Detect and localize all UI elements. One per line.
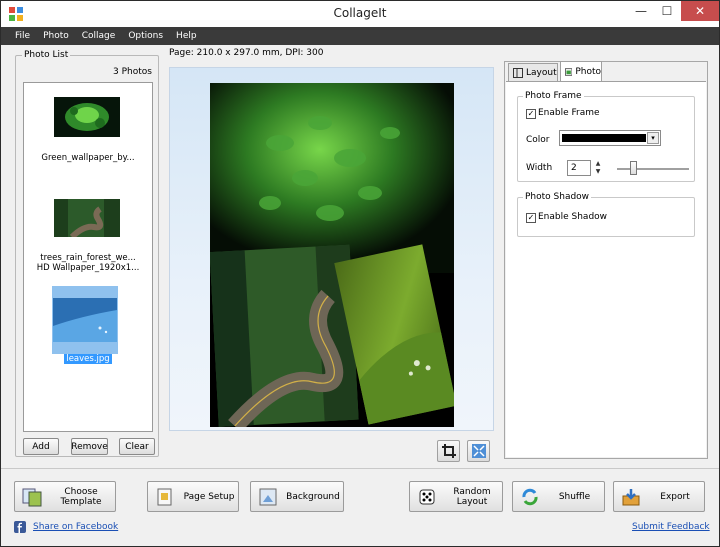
template-icon — [22, 488, 42, 506]
color-picker[interactable]: ▾ — [559, 130, 661, 146]
photo-list-group: Photo List 3 Photos Green_wallpaper_by..… — [15, 50, 159, 457]
collage-canvas[interactable] — [169, 67, 494, 431]
properties-panel: Layout Photo Photo Frame ✓ Enable Frame … — [504, 61, 708, 459]
list-item[interactable]: leaves.jpg — [24, 283, 152, 373]
photo-thumbnail — [54, 97, 120, 137]
photo-label-selected: leaves.jpg — [64, 354, 112, 364]
choose-template-button[interactable]: Choose Template — [14, 481, 116, 512]
tab-layout[interactable]: Layout — [508, 63, 558, 81]
tab-photo-label: Photo — [575, 66, 601, 77]
app-window: CollageIt — ☐ ✕ File Photo Collage Optio… — [0, 0, 720, 547]
background-button[interactable]: Background — [250, 481, 344, 512]
photo-thumbnail — [54, 199, 120, 237]
photo-thumbnail-selected — [52, 286, 118, 354]
photo-label-line2: HD Wallpaper_1920x1... — [36, 263, 140, 273]
list-item[interactable]: Green_wallpaper_by... — [24, 83, 152, 173]
menu-file[interactable]: File — [15, 31, 30, 41]
choose-template-label: Choose Template — [60, 486, 102, 507]
chevron-down-icon[interactable]: ▾ — [647, 132, 659, 144]
window-title: CollageIt — [333, 6, 387, 20]
random-layout-button[interactable]: Random Layout — [409, 481, 503, 512]
color-swatch — [562, 134, 646, 142]
export-icon — [622, 488, 640, 505]
page-info: Page: 210.0 x 297.0 mm, DPI: 300 — [169, 48, 324, 58]
crop-icon — [441, 444, 456, 458]
collage-page[interactable] — [210, 83, 454, 427]
photo-shadow-title: Photo Shadow — [523, 192, 592, 202]
enable-frame-label: Enable Frame — [538, 108, 600, 118]
width-input[interactable]: 2 — [567, 160, 591, 176]
expand-icon — [471, 444, 486, 458]
dice-icon — [419, 489, 435, 504]
photo-label: Green_wallpaper_by... — [41, 153, 135, 163]
color-label: Color — [526, 135, 550, 145]
background-icon — [259, 488, 277, 505]
enable-shadow-label: Enable Shadow — [538, 212, 608, 222]
menu-help[interactable]: Help — [176, 31, 197, 41]
close-button[interactable]: ✕ — [681, 1, 719, 21]
photo-icon — [565, 67, 573, 76]
page-setup-button[interactable]: Page Setup — [147, 481, 239, 512]
page-setup-icon — [157, 488, 172, 505]
random-layout-label: Random Layout — [453, 486, 491, 507]
photo-count: 3 Photos — [113, 67, 152, 77]
enable-frame-checkbox[interactable]: ✓ — [526, 109, 536, 119]
title-bar[interactable]: CollageIt — ☐ ✕ — [1, 1, 719, 27]
export-label: Export — [660, 491, 690, 502]
width-slider-handle[interactable] — [630, 161, 637, 175]
separator — [1, 468, 719, 469]
photo-label: trees_rain_forest_we... — [40, 253, 136, 263]
shuffle-button[interactable]: Shuffle — [512, 481, 605, 512]
photo-list[interactable]: Green_wallpaper_by... trees_rain_forest_… — [23, 82, 153, 432]
list-item[interactable]: trees_rain_forest_we... HD Wallpaper_192… — [24, 173, 152, 273]
shuffle-icon — [522, 488, 538, 505]
maximize-button[interactable]: ☐ — [654, 1, 680, 21]
add-button[interactable]: Add — [23, 438, 59, 455]
layout-icon — [513, 67, 523, 78]
remove-button[interactable]: Remove — [71, 438, 108, 455]
menu-collage[interactable]: Collage — [82, 31, 116, 41]
minimize-button[interactable]: — — [628, 1, 654, 21]
photo-shadow-group: Photo Shadow ✓ Enable Shadow — [517, 192, 695, 237]
facebook-icon[interactable] — [14, 521, 26, 533]
page-setup-label: Page Setup — [183, 491, 235, 502]
share-facebook-link[interactable]: Share on Facebook — [33, 522, 118, 532]
width-spinner[interactable]: ▲ ▼ — [593, 160, 603, 176]
photo-list-title: Photo List — [22, 50, 71, 60]
menu-options[interactable]: Options — [128, 31, 163, 41]
fit-button[interactable] — [467, 440, 490, 462]
width-slider-track[interactable] — [617, 168, 689, 170]
background-label: Background — [286, 491, 340, 502]
export-button[interactable]: Export — [613, 481, 705, 512]
width-label: Width — [526, 163, 553, 173]
enable-shadow-checkbox[interactable]: ✓ — [526, 213, 536, 223]
photo-label: leaves.jpg — [26, 354, 150, 364]
photo-frame-group: Photo Frame ✓ Enable Frame Color ▾ Width… — [517, 91, 695, 182]
clear-button[interactable]: Clear — [119, 438, 155, 455]
photo-tab-panel: Photo Frame ✓ Enable Frame Color ▾ Width… — [506, 81, 706, 457]
photo-frame-title: Photo Frame — [523, 91, 584, 101]
menu-photo[interactable]: Photo — [43, 31, 69, 41]
submit-feedback-link[interactable]: Submit Feedback — [632, 522, 710, 532]
tab-photo[interactable]: Photo — [560, 61, 602, 81]
shuffle-label: Shuffle — [558, 491, 591, 502]
tab-layout-label: Layout — [526, 67, 557, 78]
crop-button[interactable] — [437, 440, 460, 462]
menu-bar: File Photo Collage Options Help — [1, 27, 719, 45]
